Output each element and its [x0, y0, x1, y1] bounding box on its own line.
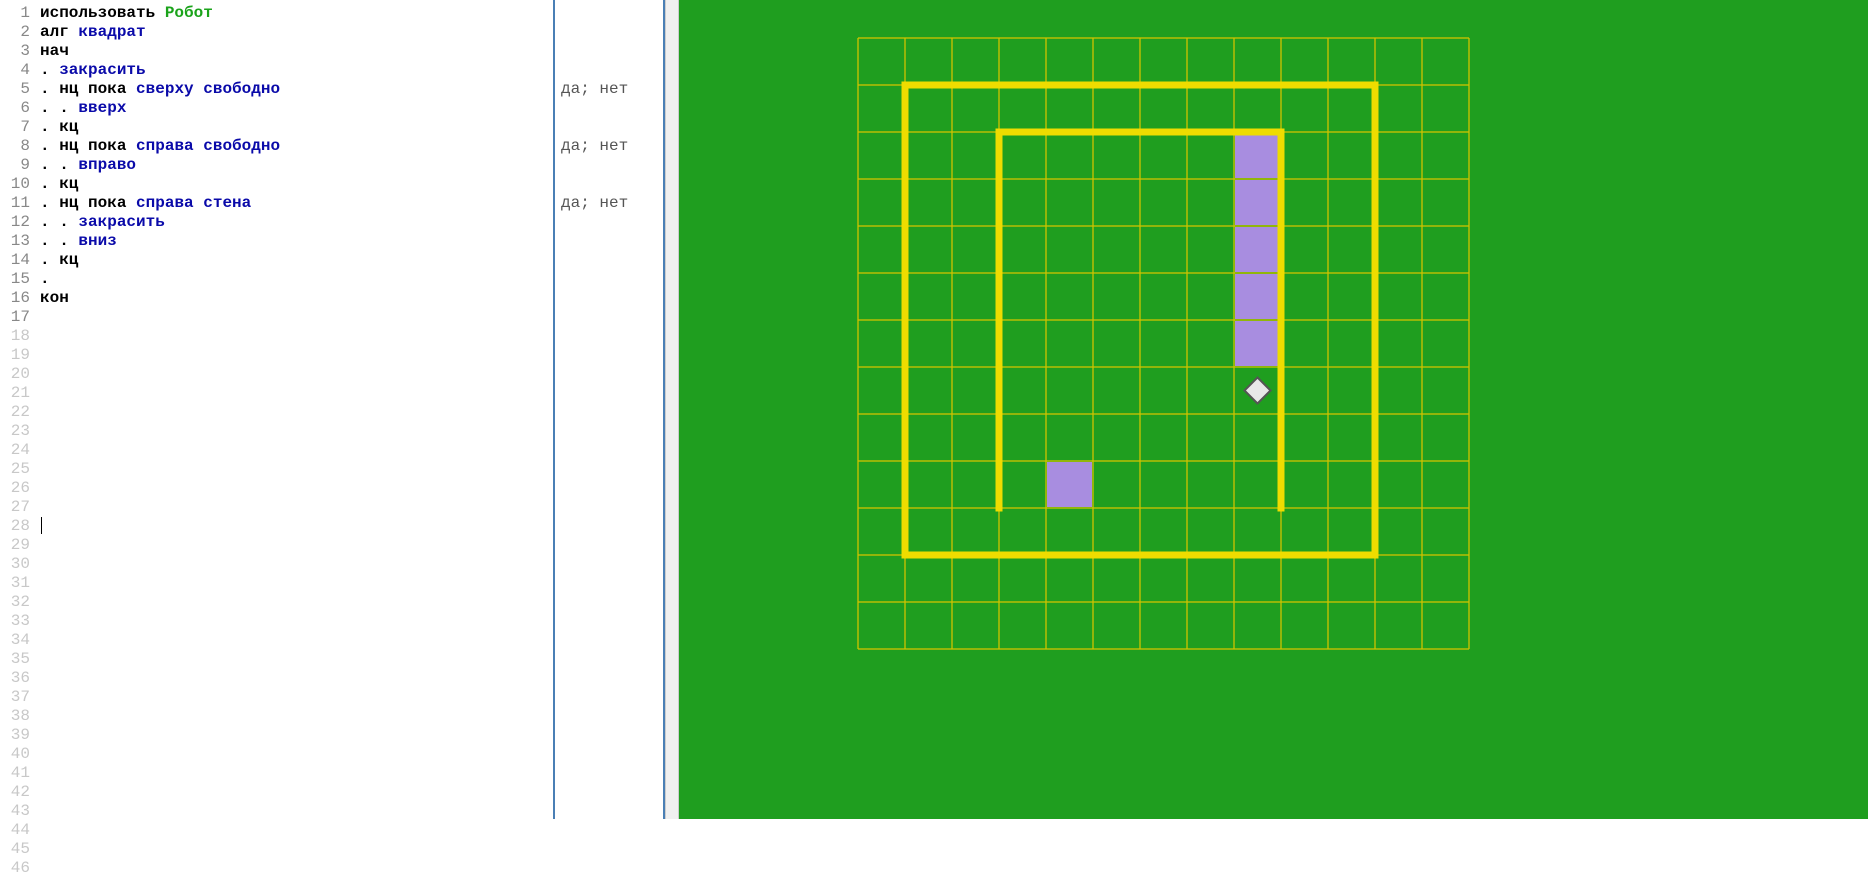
painted-cell: [1235, 180, 1280, 225]
code-line[interactable]: . . вниз: [40, 232, 553, 251]
pane-splitter[interactable]: [665, 0, 679, 819]
code-line[interactable]: . кц: [40, 118, 553, 137]
code-editor-pane[interactable]: 1234567891011121314151617181920212223242…: [0, 0, 665, 819]
code-line[interactable]: . . вверх: [40, 99, 553, 118]
code-line[interactable]: .: [40, 270, 553, 289]
code-line[interactable]: . . вправо: [40, 156, 553, 175]
code-line[interactable]: алг квадрат: [40, 23, 553, 42]
code-line[interactable]: . кц: [40, 175, 553, 194]
painted-cell: [1235, 321, 1280, 366]
margin-annotation: да; нет: [561, 137, 657, 156]
text-cursor: [41, 517, 42, 534]
line-number-gutter: 1234567891011121314151617181920212223242…: [0, 0, 36, 819]
painted-cell: [1047, 462, 1092, 507]
robot-field-pane: [679, 0, 1868, 819]
execution-margin: да; нет да; нет да; нет: [553, 0, 663, 819]
painted-cell: [1235, 133, 1280, 178]
code-line[interactable]: . нц пока сверху свободно: [40, 80, 553, 99]
code-line[interactable]: . закрасить: [40, 61, 553, 80]
painted-cell: [1235, 227, 1280, 272]
robot-field-canvas: [679, 0, 1868, 819]
code-line[interactable]: кон: [40, 289, 553, 308]
code-line[interactable]: нач: [40, 42, 553, 61]
code-line[interactable]: . нц пока справа свободно: [40, 137, 553, 156]
code-line[interactable]: . нц пока справа стена: [40, 194, 553, 213]
code-area[interactable]: использовать Роботалг квадратнач. закрас…: [36, 0, 553, 819]
code-line[interactable]: . кц: [40, 251, 553, 270]
margin-annotation: да; нет: [561, 80, 657, 99]
code-line[interactable]: . . закрасить: [40, 213, 553, 232]
code-line[interactable]: использовать Робот: [40, 4, 553, 23]
margin-annotation: да; нет: [561, 194, 657, 213]
painted-cell: [1235, 274, 1280, 319]
